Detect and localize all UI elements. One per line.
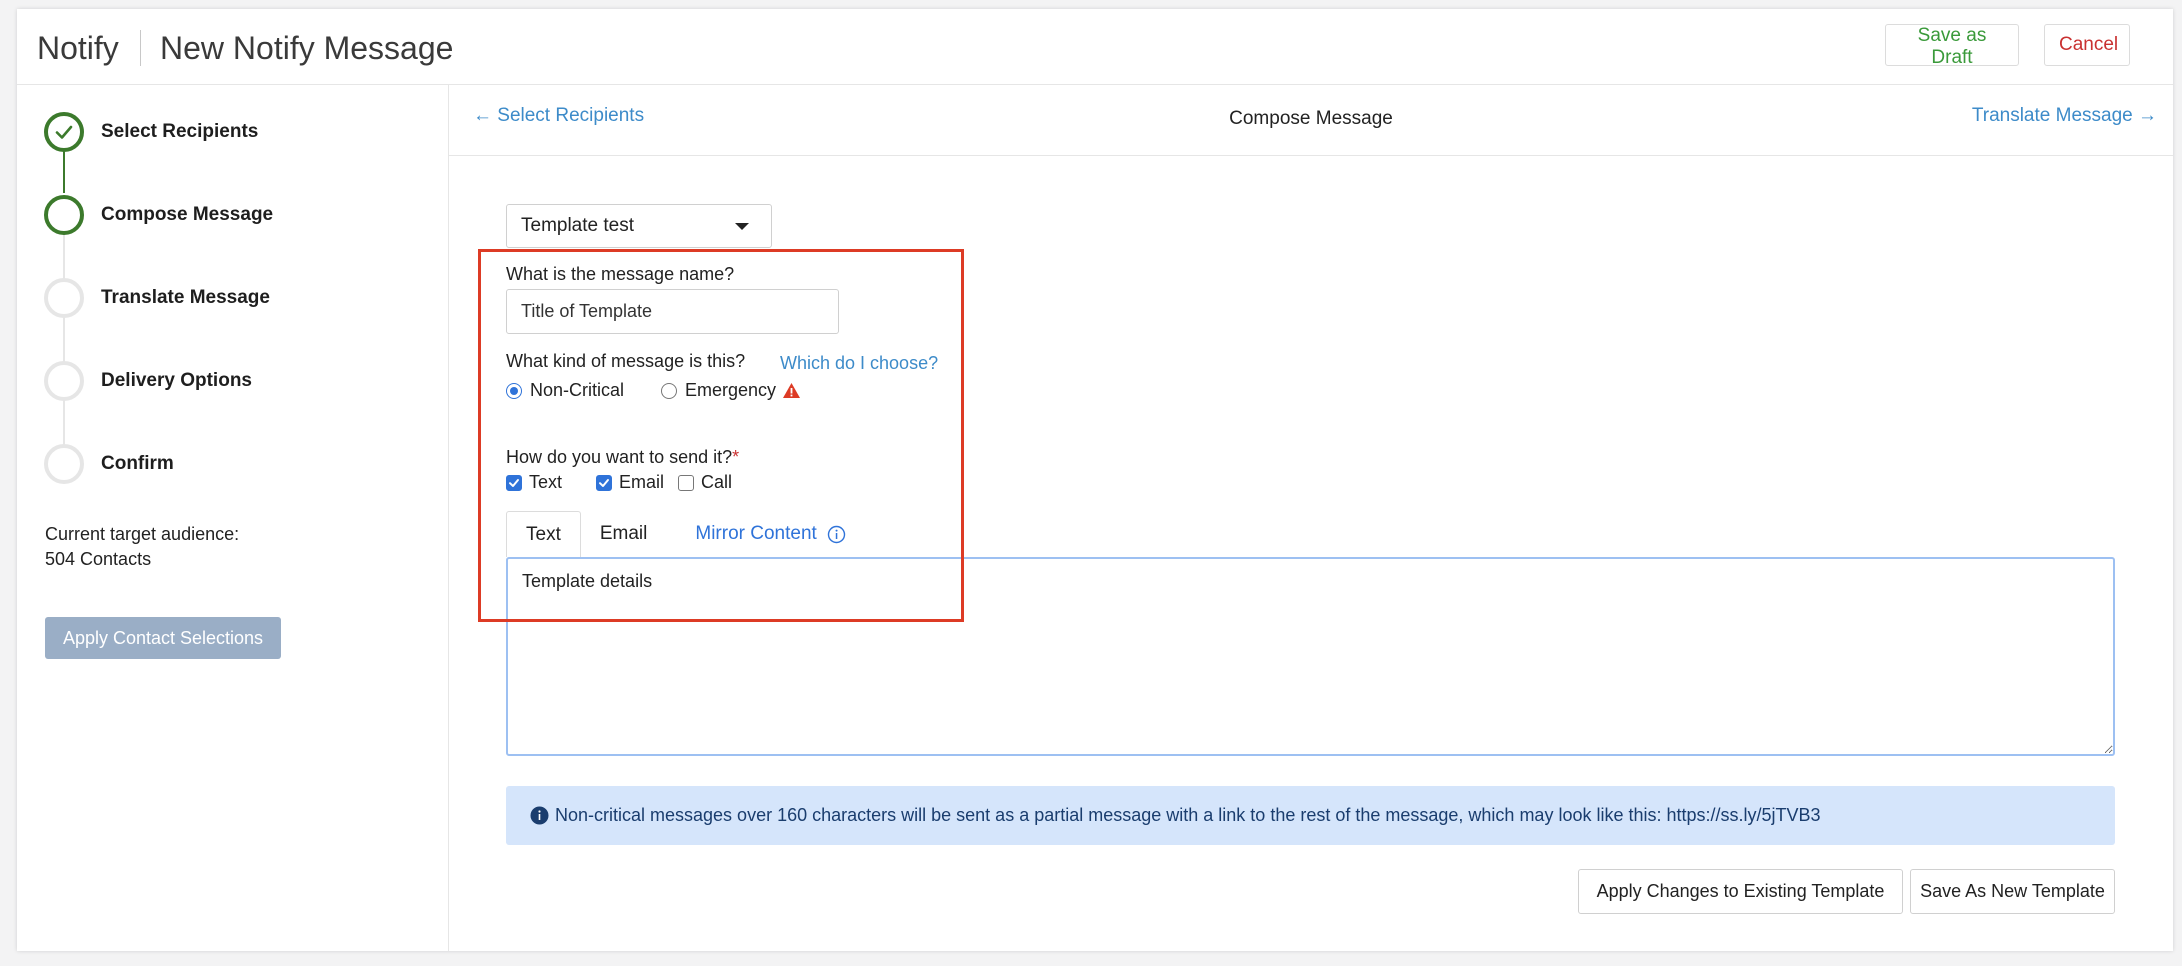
title-divider [140,30,141,66]
checkbox-text[interactable]: Text [506,472,562,493]
info-banner: Non-critical messages over 160 character… [506,786,2115,845]
info-filled-icon [530,806,549,825]
wizard-step-translate-message[interactable]: Translate Message [44,278,270,318]
checkbox-email[interactable]: Email [596,472,664,493]
wizard-step-select-recipients[interactable]: Select Recipients [44,112,258,152]
current-step-heading: Compose Message [1229,108,1393,129]
step-label: Delivery Options [101,370,252,391]
checkbox[interactable] [678,474,694,491]
radio-non-critical[interactable]: Non-Critical [506,380,624,401]
wizard-step-confirm[interactable]: Confirm [44,444,174,484]
check-icon [44,112,84,152]
which-do-i-choose-link[interactable]: Which do I choose? [780,353,938,374]
checkbox[interactable] [506,474,522,491]
main-card: Notify New Notify Message Save as Draft … [17,9,2173,951]
step-connector-pending [63,230,65,458]
message-body-editor[interactable]: Template details [506,557,2115,756]
checkbox-call[interactable]: Call [678,472,732,493]
page-title: New Notify Message [160,30,454,66]
template-select[interactable]: Template test [506,204,772,248]
pending-step-circle-icon [44,278,84,318]
radio-button[interactable] [661,382,677,399]
wizard-step-compose-message[interactable]: Compose Message [44,195,273,235]
step-label: Compose Message [101,204,274,225]
page-header: Notify New Notify Message Save as Draft … [17,9,2173,85]
target-audience-count: 504 Contacts [45,549,152,569]
checkbox-label: Text [529,472,563,492]
send-method-label: How do you want to send it?* [506,447,739,468]
template-select-value: Template test [521,215,634,236]
app-title: Notify [37,30,119,66]
apply-contact-selections-button[interactable]: Apply Contact Selections [45,617,281,659]
tab-mirror-content[interactable]: Mirror Content [666,511,864,557]
target-audience-label: Current target audience: [45,524,240,544]
radio-emergency[interactable]: Emergency [661,380,801,401]
caret-down-icon [735,223,749,230]
radio-button[interactable] [506,382,522,399]
channel-tabs: Text Email Mirror Content [506,511,865,557]
info-icon[interactable] [827,525,846,544]
step-connector-done [63,147,65,193]
save-as-new-template-button[interactable]: Save As New Template [1910,869,2115,914]
wizard-step-delivery-options[interactable]: Delivery Options [44,361,252,401]
step-label: Confirm [101,453,174,474]
warning-icon [782,382,801,399]
radio-label: Non-Critical [530,380,625,400]
active-step-circle-icon [44,195,84,235]
message-kind-label: What kind of message is this? [506,351,746,371]
info-banner-text: Non-critical messages over 160 character… [555,805,1821,825]
tab-email[interactable]: Email [581,511,667,557]
radio-label: Emergency [685,380,777,400]
checkbox[interactable] [596,474,612,491]
pending-step-circle-icon [44,444,84,484]
send-method-question: How do you want to send it? [506,447,733,467]
step-label: Translate Message [101,287,270,308]
step-navigation: Compose Message ← Select Recipients Tran… [449,85,2173,156]
next-step-link[interactable]: Translate Message → [1972,105,2157,127]
previous-step-link[interactable]: ← Select Recipients [473,105,644,127]
required-marker: * [732,447,740,467]
cancel-button[interactable]: Cancel [2044,24,2130,66]
message-name-label: What is the message name? [506,264,735,284]
tab-text[interactable]: Text [506,511,581,557]
step-label: Select Recipients [101,121,259,142]
checkbox-label: Email [619,472,665,492]
checkbox-label: Call [701,472,733,492]
apply-changes-to-existing-template-button[interactable]: Apply Changes to Existing Template [1578,869,1903,914]
compose-panel: Compose Message ← Select Recipients Tran… [449,85,2173,951]
pending-step-circle-icon [44,361,84,401]
wizard-sidebar: Select Recipients Compose Message Transl… [17,85,449,951]
mirror-content-label: Mirror Content [695,523,817,544]
save-as-draft-button[interactable]: Save as Draft [1885,24,2019,68]
message-name-input[interactable] [506,289,839,334]
